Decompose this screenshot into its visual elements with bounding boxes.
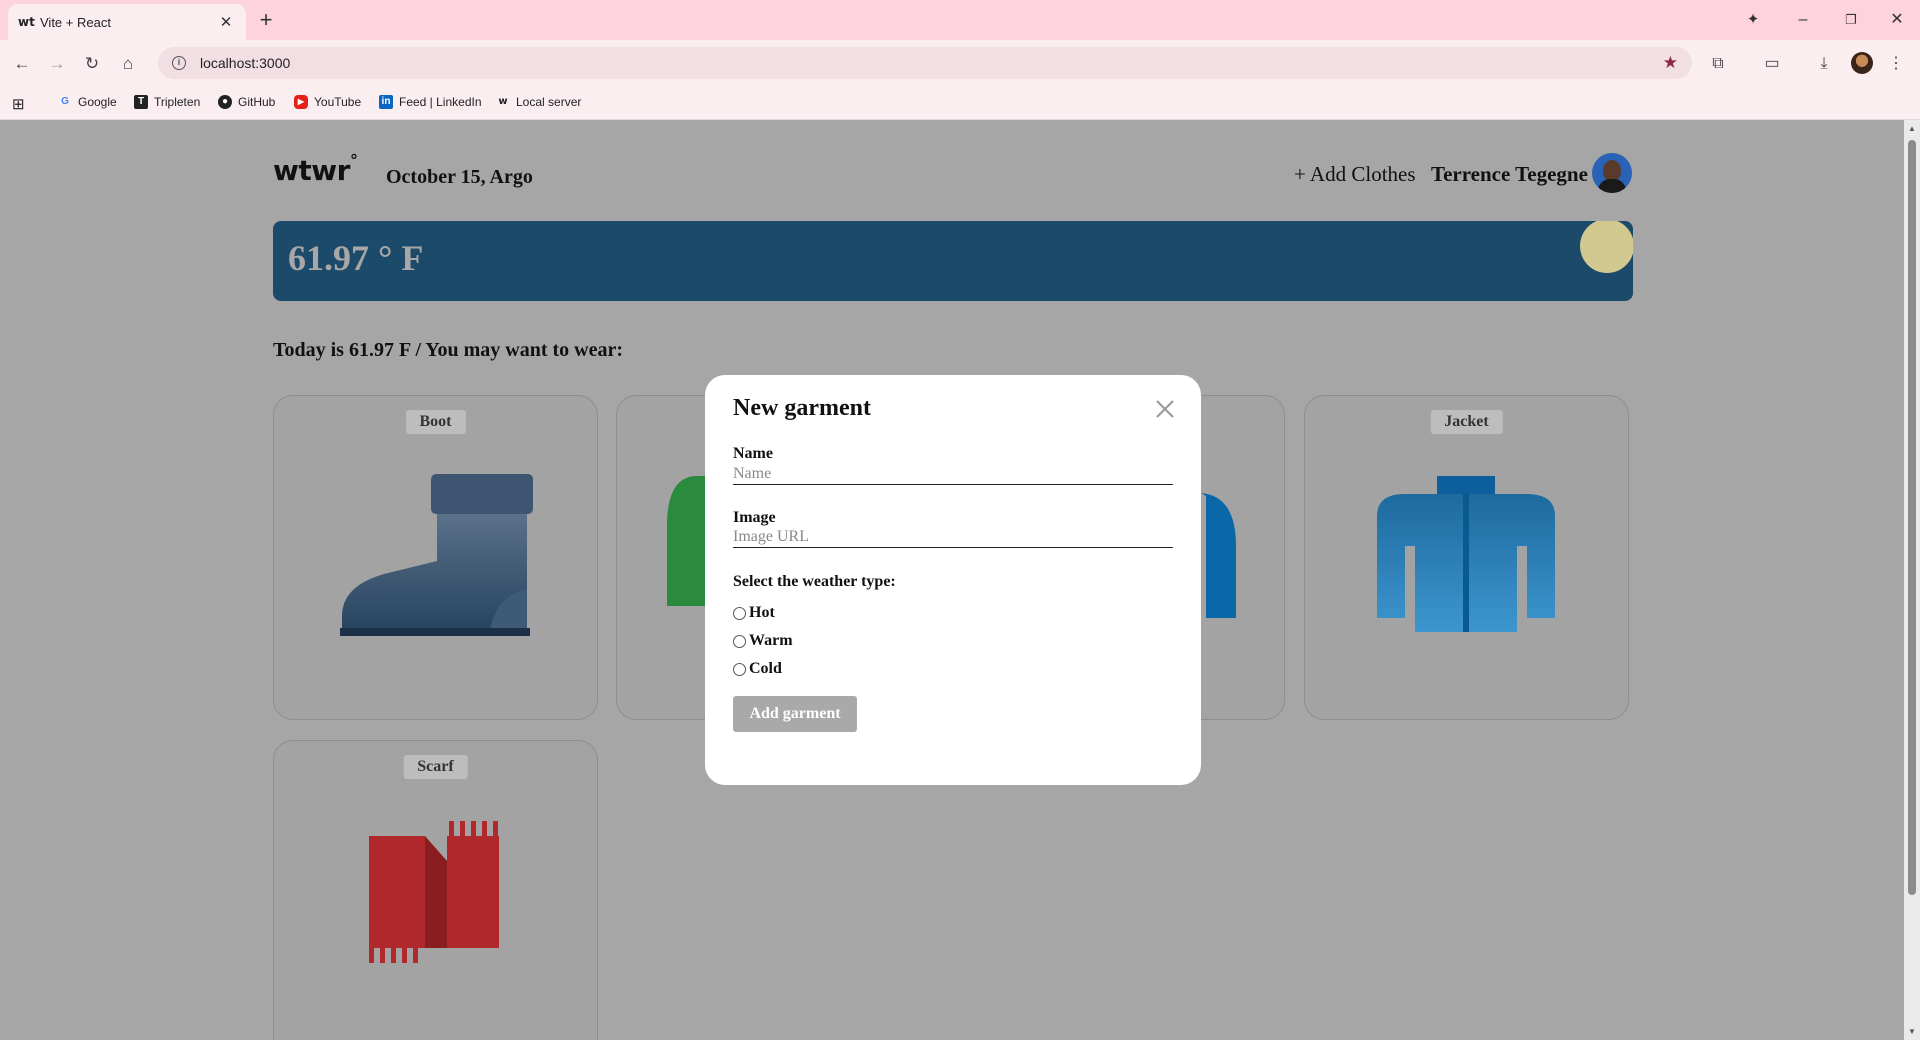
- radio-label: Hot: [749, 604, 775, 621]
- bookmark-youtube[interactable]: ▶ YouTube: [294, 95, 361, 109]
- modal-title: New garment: [733, 395, 871, 421]
- image-label: Image: [733, 509, 776, 526]
- bookmarks-bar: ⊞ G Google T Tripleten ● GitHub ▶ YouTub…: [0, 86, 1920, 120]
- bookmark-star-icon[interactable]: ★: [1663, 53, 1678, 73]
- item-card-boot[interactable]: Boot: [273, 395, 598, 720]
- tab-bar: wt Vite + React ✕ + ✦ – ❐ ✕: [0, 0, 1920, 40]
- google-icon: G: [61, 96, 69, 107]
- new-tab-button[interactable]: +: [254, 8, 278, 32]
- bookmark-label: GitHub: [238, 95, 276, 109]
- tab-title: Vite + React: [40, 14, 111, 30]
- bookmark-github[interactable]: ● GitHub: [218, 95, 275, 109]
- add-garment-button[interactable]: Add garment: [733, 696, 857, 732]
- tab-favicon: wt: [18, 15, 35, 29]
- bookmark-label: Tripleten: [154, 95, 201, 109]
- tripleten-icon: T: [134, 95, 148, 109]
- item-card-scarf[interactable]: Scarf: [273, 740, 598, 1040]
- minimize-icon[interactable]: –: [1788, 8, 1818, 32]
- home-icon[interactable]: ⌂: [116, 52, 140, 76]
- radio-cold[interactable]: Cold: [733, 660, 782, 678]
- bookmark-label: Google: [78, 95, 117, 109]
- name-input[interactable]: [733, 463, 1173, 485]
- bookmark-google[interactable]: G Google: [58, 95, 117, 109]
- item-card-jacket[interactable]: Jacket: [1304, 395, 1629, 720]
- jacket-icon: [1377, 476, 1555, 632]
- scarf-icon: [369, 821, 499, 963]
- bookmark-label: Feed | LinkedIn: [399, 95, 482, 109]
- bookmark-label: Local server: [516, 95, 582, 109]
- radio-hot[interactable]: Hot: [733, 604, 775, 622]
- youtube-icon: ▶: [294, 95, 308, 109]
- add-clothes-button[interactable]: + Add Clothes: [1294, 162, 1416, 187]
- address-bar[interactable]: i localhost:3000 ★: [158, 47, 1692, 79]
- name-label: Name: [733, 445, 773, 462]
- radio-label: Warm: [749, 632, 793, 649]
- restore-icon[interactable]: ❐: [1836, 8, 1866, 32]
- gemini-sparkle-icon[interactable]: ✦: [1738, 8, 1768, 32]
- radio-warm[interactable]: Warm: [733, 632, 793, 650]
- site-info-icon[interactable]: i: [172, 56, 186, 70]
- radio-circle[interactable]: [733, 606, 746, 620]
- menu-icon[interactable]: ⋮: [1884, 52, 1908, 76]
- bookmark-label: YouTube: [314, 95, 362, 109]
- page-scrollbar[interactable]: ▲ ▼: [1904, 120, 1920, 1040]
- app-page: wtwr° October 15, Argo + Add Clothes Ter…: [0, 120, 1904, 1040]
- reload-icon[interactable]: ↻: [80, 52, 104, 76]
- scrollbar-thumb[interactable]: [1908, 140, 1916, 895]
- bookmark-linkedin[interactable]: in Feed | LinkedIn: [379, 95, 482, 109]
- boot-icon: [340, 474, 533, 636]
- linkedin-icon: in: [379, 95, 393, 109]
- wt-icon: w: [498, 96, 508, 107]
- github-icon: ●: [218, 95, 232, 109]
- profile-avatar[interactable]: [1851, 52, 1873, 74]
- new-garment-modal: New garment Name Image Select the weathe…: [705, 375, 1201, 785]
- close-icon[interactable]: [1151, 395, 1179, 423]
- bookmark-tripleten[interactable]: T Tripleten: [134, 95, 200, 109]
- weather-card: 61.97 ° F: [273, 221, 1633, 301]
- url-text: localhost:3000: [200, 55, 291, 71]
- username: Terrence Tegegne: [1431, 162, 1588, 186]
- sun-icon: [1580, 221, 1633, 273]
- scroll-up-icon[interactable]: ▲: [1908, 124, 1916, 133]
- image-url-input[interactable]: [733, 526, 1173, 548]
- forward-icon[interactable]: →: [45, 52, 69, 76]
- tab-close-icon[interactable]: ✕: [216, 13, 236, 31]
- radio-label: Cold: [749, 660, 782, 677]
- radio-circle[interactable]: [733, 662, 746, 676]
- date-location: October 15, Argo: [386, 166, 533, 188]
- tab-active[interactable]: wt Vite + React ✕: [8, 4, 246, 40]
- app-logo: wtwr°: [273, 150, 358, 187]
- weather-type-legend: Select the weather type:: [733, 573, 896, 590]
- scroll-down-icon[interactable]: ▼: [1908, 1027, 1916, 1036]
- extensions-icon[interactable]: ⧉: [1706, 52, 1730, 76]
- apps-grid-icon[interactable]: ⊞: [12, 95, 25, 113]
- download-icon[interactable]: ⤓: [1812, 52, 1836, 76]
- back-icon[interactable]: ←: [10, 52, 34, 76]
- weather-temperature: 61.97 ° F: [288, 238, 424, 278]
- user-avatar[interactable]: [1592, 153, 1632, 193]
- radio-circle[interactable]: [733, 634, 746, 648]
- close-window-icon[interactable]: ✕: [1882, 8, 1912, 32]
- bookmark-local-server[interactable]: w Local server: [496, 95, 581, 109]
- recommendation-text: Today is 61.97 F / You may want to wear:: [273, 339, 624, 361]
- tab-search-icon[interactable]: ▭: [1760, 52, 1784, 76]
